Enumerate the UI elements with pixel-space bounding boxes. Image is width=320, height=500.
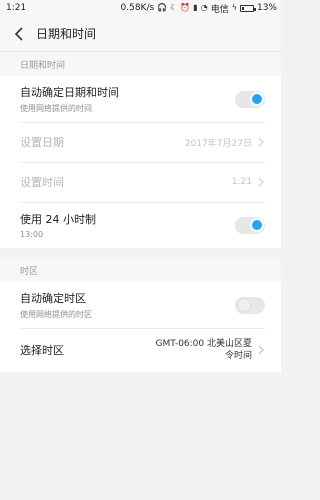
auto-timezone-subtitle: 使用网络提供的时区 (20, 310, 92, 319)
auto-timezone-row[interactable]: 自动确定时区 使用网络提供的时区 (0, 282, 281, 328)
back-button[interactable] (8, 23, 30, 45)
auto-datetime-subtitle: 使用网络提供的时间 (20, 104, 92, 113)
chevron-right-icon (258, 177, 264, 187)
status-bar: 1:21 0.58K/s 🎧 ☾ ⏰ ▮ ◔ 电信 ϟ 13% (0, 0, 281, 16)
chevron-right-icon (258, 345, 264, 355)
datetime-group: 自动确定日期和时间 使用网络提供的时间 设置日期 2017年7月27日 设置时间… (0, 76, 281, 248)
chevron-left-icon (14, 26, 23, 41)
auto-timezone-toggle[interactable] (235, 296, 265, 314)
set-time-title: 设置时间 (20, 176, 64, 189)
battery-percent: 13% (256, 3, 277, 13)
auto-timezone-title: 自动确定时区 (20, 292, 86, 305)
battery-icon (239, 4, 256, 12)
section-label-datetime: 日期和时间 (0, 52, 281, 76)
set-date-title: 设置日期 (20, 136, 64, 149)
select-timezone-value-line1: GMT-06:00 北美山区夏 (155, 338, 252, 349)
status-time: 1:21 (6, 3, 27, 13)
status-icons: 0.58K/s 🎧 ☾ ⏰ ▮ ◔ 电信 ϟ 13% (121, 2, 277, 15)
alarm-icon: ⏰ (180, 3, 191, 12)
signal-icon: ▮ (193, 3, 198, 12)
auto-datetime-toggle[interactable] (235, 90, 265, 108)
app-header: 日期和时间 (0, 16, 281, 52)
network-speed: 0.58K/s (120, 3, 155, 13)
battery-level (241, 6, 244, 10)
use-24h-toggle[interactable] (235, 216, 265, 234)
use-24h-title: 使用 24 小时制 (20, 213, 96, 226)
select-timezone-value-line2: 令时间 (224, 351, 252, 361)
set-date-value: 2017年7月27日 (184, 138, 252, 149)
auto-datetime-row[interactable]: 自动确定日期和时间 使用网络提供的时间 (0, 76, 281, 122)
moon-icon: ☾ (170, 3, 178, 12)
headphones-icon: 🎧 (157, 3, 168, 12)
timezone-group: 自动确定时区 使用网络提供的时区 选择时区 GMT-06:00 北美山区夏 令时… (0, 282, 281, 372)
carrier-name: 电信 (210, 4, 229, 15)
auto-datetime-title: 自动确定日期和时间 (20, 86, 119, 99)
charging-icon: ϟ (231, 3, 237, 12)
select-timezone-row[interactable]: 选择时区 GMT-06:00 北美山区夏 令时间 (0, 328, 281, 372)
set-time-value: 1:21 (231, 177, 252, 187)
section-divider (0, 248, 281, 258)
use-24h-row[interactable]: 使用 24 小时制 13:00 (0, 202, 281, 248)
section-label-timezone: 时区 (0, 258, 281, 282)
wifi-icon: ◔ (200, 3, 208, 12)
set-time-row[interactable]: 设置时间 1:21 (0, 162, 281, 202)
page-title: 日期和时间 (36, 27, 97, 41)
use-24h-subtitle: 13:00 (20, 230, 44, 239)
chevron-right-icon (258, 137, 264, 147)
select-timezone-title: 选择时区 (20, 344, 64, 357)
set-date-row[interactable]: 设置日期 2017年7月27日 (0, 122, 281, 162)
